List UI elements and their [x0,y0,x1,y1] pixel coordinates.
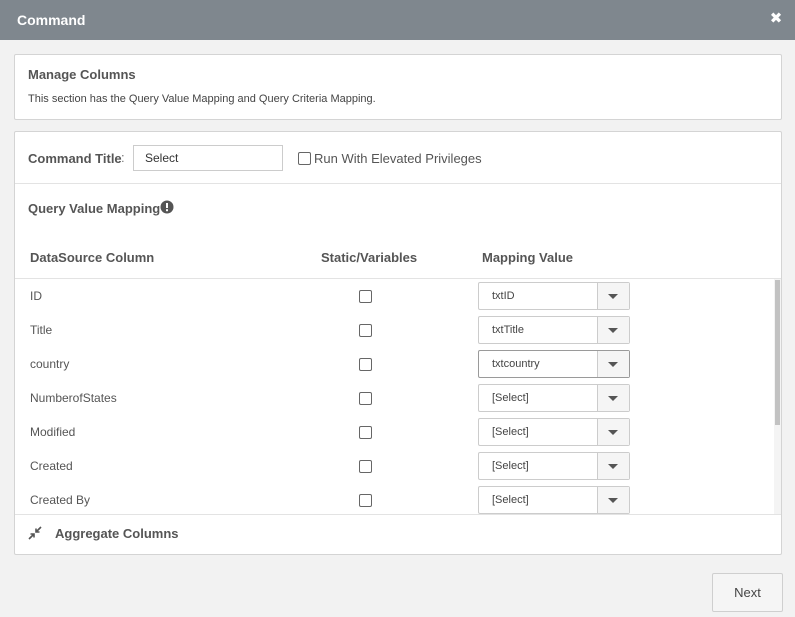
query-value-mapping-heading: Query Value Mapping [28,201,161,216]
mapping-value-text: txtTitle [492,324,524,336]
column-header-mapping-value: Mapping Value [482,250,574,265]
chevron-down-icon [608,294,618,299]
datasource-column-name: Title [30,323,53,337]
column-header-datasource: DataSource Column [30,250,155,265]
elevated-privileges-label[interactable]: Run With Elevated Privileges [314,151,482,166]
table-row: Created [Select] [15,449,781,483]
divider [15,514,781,515]
static-variables-checkbox[interactable] [359,426,372,439]
aggregate-columns-toggle[interactable]: Aggregate Columns [55,526,179,541]
mapping-value-select[interactable]: txtcountry [478,350,630,378]
static-variables-checkbox[interactable] [359,392,372,405]
next-button[interactable]: Next [712,573,783,612]
mapping-value-text: [Select] [492,494,529,506]
datasource-column-name: NumberofStates [30,391,117,405]
dropdown-button[interactable] [597,453,629,479]
static-variables-checkbox[interactable] [359,324,372,337]
mapping-value-text: [Select] [492,426,529,438]
table-row: Modified [Select] [15,415,781,449]
chevron-down-icon [608,328,618,333]
elevated-privileges-checkbox[interactable] [298,152,311,165]
exclamation-circle-icon[interactable] [160,200,174,214]
dropdown-button[interactable] [597,385,629,411]
command-title-colon: : [121,150,125,165]
datasource-column-name: ID [30,289,42,303]
static-variables-checkbox[interactable] [359,460,372,473]
table-row: Title txtTitle [15,313,781,347]
table-row: Created By [Select] [15,483,781,514]
mapping-value-text: txtID [492,290,515,302]
datasource-column-name: country [30,357,70,371]
static-variables-checkbox[interactable] [359,290,372,303]
command-panel: Command Title : Run With Elevated Privil… [14,131,782,555]
chevron-down-icon [608,430,618,435]
mapping-value-text: txtcountry [492,358,540,370]
mapping-value-select[interactable]: [Select] [478,384,630,412]
manage-columns-description: This section has the Query Value Mapping… [28,93,376,105]
mapping-value-select[interactable]: txtTitle [478,316,630,344]
collapse-arrows-icon[interactable] [28,526,42,540]
column-header-static-variables: Static/Variables [321,250,418,265]
static-variables-checkbox[interactable] [359,494,372,507]
datasource-column-name: Created [30,459,73,473]
command-title-input[interactable] [133,145,283,171]
mapping-value-select[interactable]: [Select] [478,452,630,480]
mapping-value-text: [Select] [492,392,529,404]
dropdown-button[interactable] [597,419,629,445]
chevron-down-icon [608,362,618,367]
table-row: ID txtID [15,279,781,313]
datasource-column-name: Created By [30,493,91,507]
table-row: country txtcountry [15,347,781,381]
mapping-rows: ID txtID Title txtTitle country txtcountry Num… [15,279,781,514]
scrollbar-thumb[interactable] [775,280,780,425]
dropdown-button[interactable] [597,317,629,343]
chevron-down-icon [608,498,618,503]
manage-columns-heading: Manage Columns [28,67,136,82]
mapping-value-select[interactable]: [Select] [478,486,630,514]
divider [15,183,781,184]
manage-columns-panel: Manage Columns This section has the Quer… [14,54,782,120]
chevron-down-icon [608,396,618,401]
mapping-value-select[interactable]: txtID [478,282,630,310]
chevron-down-icon [608,464,618,469]
mapping-value-text: [Select] [492,460,529,472]
datasource-column-name: Modified [30,425,76,439]
dialog-title: Command [17,12,86,28]
dropdown-button[interactable] [597,283,629,309]
dialog-titlebar: Command ✖ [0,0,795,40]
dropdown-button[interactable] [597,351,629,377]
command-title-label: Command Title [28,151,122,166]
static-variables-checkbox[interactable] [359,358,372,371]
close-icon[interactable]: ✖ [769,11,783,27]
table-row: NumberofStates [Select] [15,381,781,415]
dropdown-button[interactable] [597,487,629,513]
mapping-value-select[interactable]: [Select] [478,418,630,446]
